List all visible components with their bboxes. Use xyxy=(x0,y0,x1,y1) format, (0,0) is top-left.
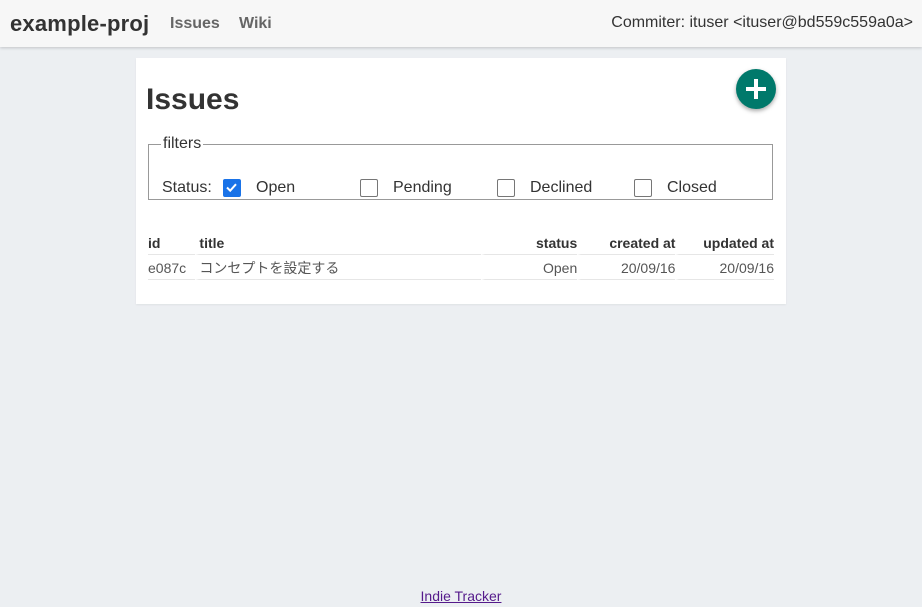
filter-declined-label[interactable]: Declined xyxy=(530,179,592,197)
committer-info: Commiter: ituser <ituser@bd559c559a0a> xyxy=(611,14,913,31)
column-header-title[interactable]: title xyxy=(195,234,480,254)
filter-closed-checkbox[interactable] xyxy=(634,179,652,197)
table-row[interactable]: e087c コンセプトを設定する Open 20/09/16 20/09/16 xyxy=(148,254,774,280)
indie-tracker-link[interactable]: Indie Tracker xyxy=(421,588,502,604)
plus-icon xyxy=(746,79,766,99)
status-filter-label: Status: xyxy=(162,179,212,196)
issue-created-at-cell: 20/09/16 xyxy=(577,254,676,280)
filter-pending-checkbox[interactable] xyxy=(360,179,378,197)
nav-link-issues[interactable]: Issues xyxy=(170,15,220,33)
issue-id-cell[interactable]: e087c xyxy=(148,254,196,280)
top-navbar: example-proj Issues Wiki Commiter: ituse… xyxy=(0,0,922,47)
column-header-id[interactable]: id xyxy=(148,234,195,254)
filter-open-checkbox[interactable] xyxy=(223,179,241,197)
issue-title-cell[interactable]: コンセプトを設定する xyxy=(195,254,481,280)
table-header-row: id title status created at updated at xyxy=(148,234,774,254)
filters-group: filters Status: Open Pending Declined Cl… xyxy=(148,135,773,200)
page-title: Issues xyxy=(146,83,240,116)
filter-open-label[interactable]: Open xyxy=(256,179,295,197)
issues-panel: Issues filters Status: Open Pending Decl… xyxy=(136,58,786,304)
issues-table: id title status created at updated at e0… xyxy=(148,234,774,280)
filters-legend: filters xyxy=(163,135,202,152)
checkmark-icon xyxy=(226,183,237,193)
column-header-created-at[interactable]: created at xyxy=(577,234,675,254)
nav-link-wiki[interactable]: Wiki xyxy=(239,15,272,33)
issue-updated-at-cell: 20/09/16 xyxy=(675,254,774,280)
filter-closed-label[interactable]: Closed xyxy=(667,179,717,197)
column-header-updated-at[interactable]: updated at xyxy=(675,234,774,254)
filter-declined-checkbox[interactable] xyxy=(497,179,515,197)
project-name[interactable]: example-proj xyxy=(10,11,149,37)
footer: Indie Tracker xyxy=(0,588,922,604)
add-issue-button[interactable] xyxy=(736,69,776,109)
issue-status-cell: Open xyxy=(480,254,578,280)
filter-pending-label[interactable]: Pending xyxy=(393,179,452,197)
column-header-status[interactable]: status xyxy=(480,234,577,254)
